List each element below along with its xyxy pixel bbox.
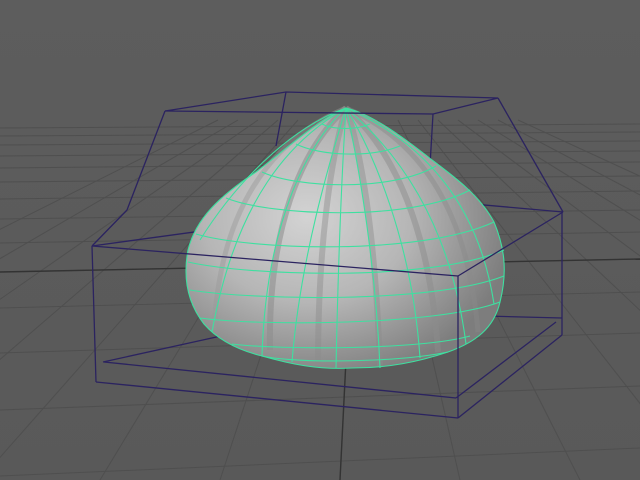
garlic-bulb-mesh[interactable] bbox=[185, 105, 505, 369]
perspective-viewport[interactable] bbox=[0, 0, 640, 480]
scene-canvas[interactable] bbox=[0, 0, 640, 480]
